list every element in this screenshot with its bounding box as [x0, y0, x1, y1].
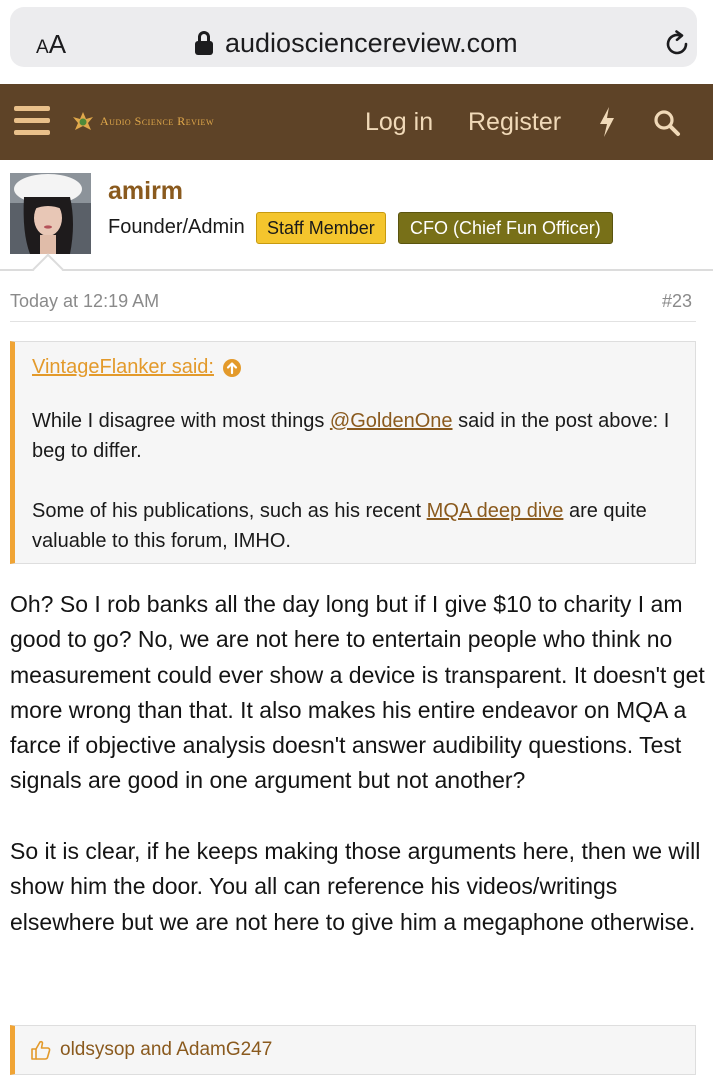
post-timestamp[interactable]: Today at 12:19 AM	[10, 291, 159, 312]
mention-link[interactable]: @GoldenOne	[330, 410, 453, 432]
address-bar[interactable]: AA audiosciencereview.com	[10, 7, 697, 67]
reload-icon[interactable]	[662, 29, 692, 59]
site-logo[interactable]: Audio Science Review	[70, 108, 214, 134]
username[interactable]: amirm	[108, 177, 183, 206]
divider	[10, 321, 696, 322]
text-size-button[interactable]: AA	[36, 29, 66, 60]
quote-paragraph: Some of his publications, such as his re…	[32, 496, 682, 556]
cfo-badge: CFO (Chief Fun Officer)	[398, 212, 613, 244]
poster-arrow	[32, 253, 64, 285]
quote-text: Some of his publications, such as his re…	[32, 500, 427, 522]
quote-paragraph: While I disagree with most things @Golde…	[32, 406, 682, 466]
staff-member-badge: Staff Member	[256, 212, 386, 244]
url-display[interactable]: audiosciencereview.com	[195, 25, 518, 61]
logo-text: Audio Science Review	[100, 113, 214, 128]
post-paragraph: Oh? So I rob banks all the day long but …	[10, 591, 705, 794]
quote-body: While I disagree with most things @Golde…	[32, 406, 682, 586]
post-number[interactable]: #23	[662, 291, 692, 312]
quote-header[interactable]: VintageFlanker said:	[32, 356, 242, 379]
url-text: audiosciencereview.com	[225, 27, 518, 58]
lock-icon	[195, 30, 213, 56]
avatar[interactable]	[10, 173, 91, 254]
logo-emblem-icon	[73, 112, 93, 130]
quote-block: VintageFlanker said: While I disagree wi…	[10, 341, 696, 564]
quote-author-link[interactable]: VintageFlanker said:	[32, 356, 214, 379]
arrow-up-circle-icon[interactable]	[222, 358, 242, 378]
text-size-large-label: A	[48, 29, 67, 59]
browser-toolbar: AA audiosciencereview.com	[0, 0, 713, 84]
register-link[interactable]: Register	[468, 108, 561, 137]
mqa-deep-dive-link[interactable]: MQA deep dive	[427, 500, 564, 522]
quote-text: While I disagree with most things	[32, 410, 330, 432]
login-link[interactable]: Log in	[365, 108, 433, 137]
reactions-text[interactable]: oldsysop and AdamG247	[60, 1039, 272, 1061]
post-body: Oh? So I rob banks all the day long but …	[10, 587, 710, 975]
reactions-bar[interactable]: oldsysop and AdamG247	[10, 1025, 696, 1075]
text-size-small-label: A	[36, 37, 49, 58]
bolt-icon[interactable]	[598, 106, 616, 138]
thumbs-up-icon	[31, 1040, 51, 1060]
post-author-block: amirm Founder/Admin Staff Member CFO (Ch…	[0, 160, 713, 285]
menu-icon[interactable]	[14, 106, 50, 136]
user-title: Founder/Admin	[108, 216, 245, 238]
divider	[0, 269, 713, 271]
search-icon[interactable]	[653, 109, 681, 137]
post-paragraph: So it is clear, if he keeps making those…	[10, 838, 701, 935]
